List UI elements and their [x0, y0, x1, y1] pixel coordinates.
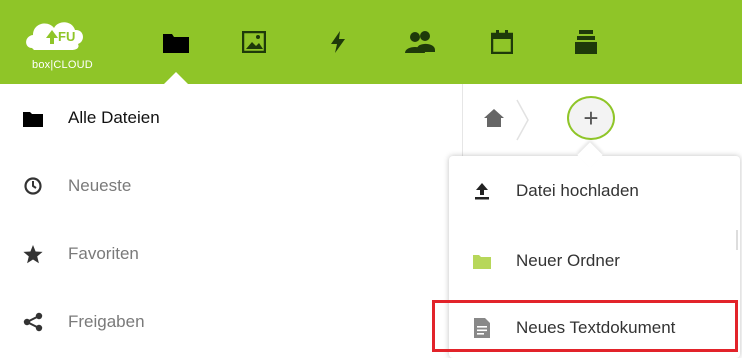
star-icon [22, 243, 44, 265]
scrollbar[interactable] [736, 230, 738, 250]
top-bar: FU box|CLOUD [0, 0, 742, 84]
boxcloud-logo[interactable]: FU box|CLOUD [20, 10, 120, 74]
folder-icon [163, 34, 189, 53]
new-button[interactable]: + [567, 96, 615, 140]
folder-icon [22, 107, 44, 129]
clock-icon [22, 175, 44, 197]
logo-badge: FU [58, 29, 76, 44]
menu-item-label: Neuer Ordner [516, 251, 620, 270]
sidebar-item-label: Neueste [68, 176, 132, 195]
deck-app-icon[interactable] [566, 22, 606, 62]
breadcrumb-separator [515, 98, 531, 147]
users-icon [405, 31, 435, 53]
sidebar-item-label: Alle Dateien [68, 108, 160, 127]
gallery-app-icon[interactable] [234, 22, 274, 62]
activity-app-icon[interactable] [318, 22, 358, 62]
calendar-icon [491, 30, 513, 54]
menu-item-new-folder[interactable]: Neuer Ordner [449, 231, 740, 291]
upload-icon [471, 180, 493, 202]
breadcrumb: + [463, 84, 742, 156]
menu-item-upload-file[interactable]: Datei hochladen [449, 161, 740, 221]
folder-icon [471, 250, 493, 272]
sidebar: Alle Dateien Neueste Favoriten Freigaben [0, 84, 462, 358]
home-icon[interactable] [483, 108, 505, 128]
highlight-box [432, 300, 738, 352]
sidebar-item-favorites[interactable]: Favoriten [0, 232, 462, 276]
logo-text: box|CLOUD [32, 59, 93, 71]
share-icon [22, 311, 44, 333]
lightning-icon [331, 31, 345, 53]
sidebar-item-shares[interactable]: Freigaben [0, 300, 462, 344]
active-app-indicator [164, 72, 188, 84]
sidebar-item-all-files[interactable]: Alle Dateien [0, 96, 462, 140]
files-app-icon[interactable] [156, 22, 196, 62]
sidebar-item-recent[interactable]: Neueste [0, 164, 462, 208]
calendar-app-icon[interactable] [482, 22, 522, 62]
stack-icon [575, 30, 597, 54]
menu-item-label: Datei hochladen [516, 181, 639, 200]
image-icon [242, 31, 266, 53]
sidebar-item-label: Freigaben [68, 312, 145, 331]
contacts-app-icon[interactable] [400, 22, 440, 62]
sidebar-item-label: Favoriten [68, 244, 139, 263]
